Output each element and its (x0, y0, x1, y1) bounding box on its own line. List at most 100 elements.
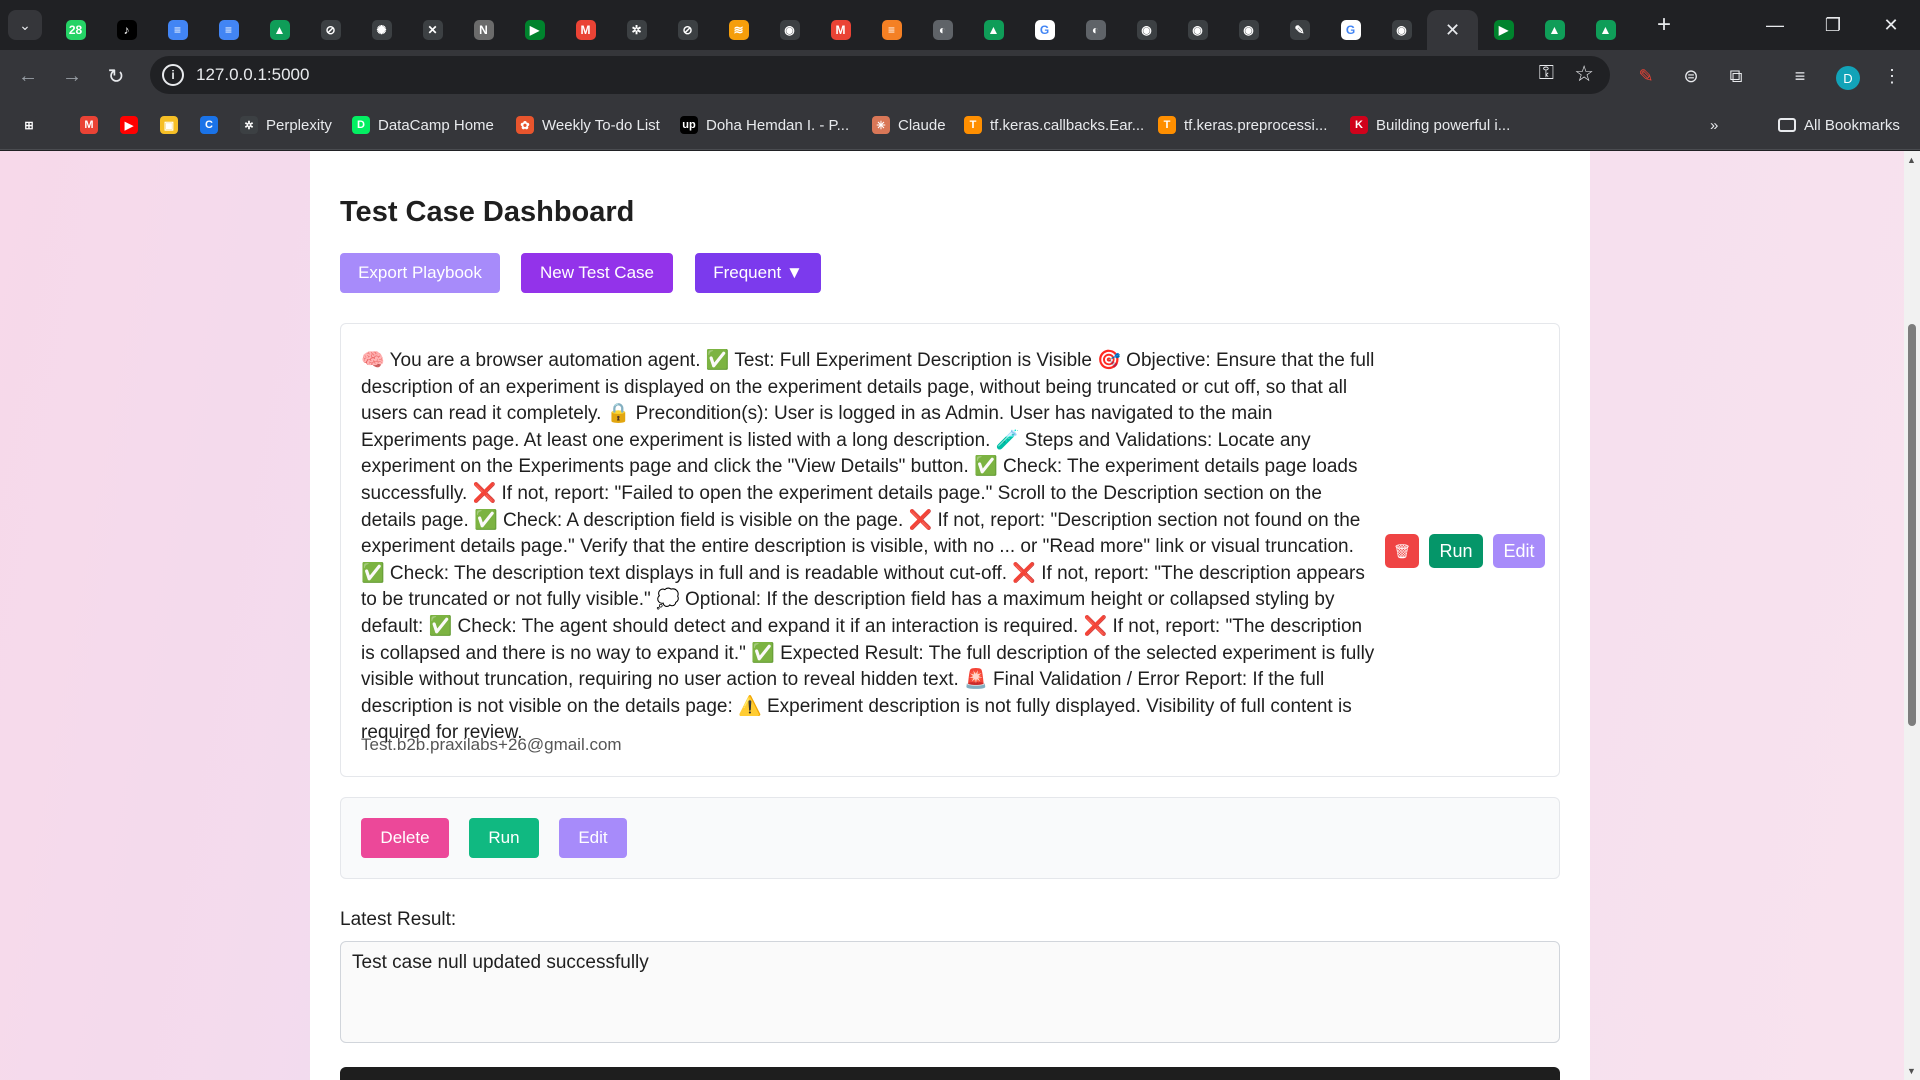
browser-tab[interactable]: G (1019, 10, 1070, 50)
browser-tab[interactable]: ✎ (1274, 10, 1325, 50)
test-case-email: Test.b2b.praxilabs+26@gmail.com (361, 735, 622, 754)
x-icon: ✕ (422, 20, 443, 40)
bookmark-item[interactable]: ▣ (160, 114, 186, 136)
scrollbar-thumb[interactable] (1908, 324, 1916, 726)
url-text[interactable]: 127.0.0.1:5000 (196, 65, 309, 85)
bookmark-item[interactable]: D DataCamp Home (352, 114, 494, 136)
tab-search-button[interactable]: ⌄ (8, 10, 42, 40)
youtube-icon: ▶ (120, 116, 138, 134)
page-scrollbar[interactable]: ▲ ▼ (1904, 151, 1920, 1080)
scroll-up-icon[interactable]: ▲ (1907, 155, 1916, 165)
todo-icon: ✿ (516, 116, 534, 134)
back-button[interactable]: ← (12, 60, 44, 92)
scroll-down-icon[interactable]: ▼ (1907, 1066, 1916, 1076)
browser-tab[interactable]: ≋ (713, 10, 764, 50)
address-bar[interactable]: i 127.0.0.1:5000 ⚿ ☆ (150, 56, 1610, 94)
all-bookmarks-label: All Bookmarks (1804, 116, 1900, 134)
forward-button[interactable]: → (56, 60, 88, 92)
bookmark-label: Doha Hemdan I. - P... (706, 116, 850, 134)
drive-icon: ▲ (1595, 20, 1616, 40)
bookmark-item[interactable]: Ttf.keras.callbacks.Ear... (964, 114, 1144, 136)
all-bookmarks-button[interactable]: All Bookmarks (1778, 114, 1900, 136)
browser-tab[interactable]: G (1325, 10, 1376, 50)
bookmark-item[interactable]: ✲ Perplexity (240, 114, 332, 136)
bookmark-item[interactable]: ✳ Claude (872, 114, 946, 136)
close-icon[interactable]: ✕ (1445, 20, 1460, 41)
browser-tab[interactable]: ✕ (407, 10, 458, 50)
reload-button[interactable]: ↻ (100, 60, 132, 92)
browser-tab[interactable]: ≡ (203, 10, 254, 50)
browser-tab[interactable]: ♪ (101, 10, 152, 50)
tiktok-icon: ♪ (116, 20, 137, 40)
browser-tab[interactable]: ✺ (356, 10, 407, 50)
browser-tab[interactable]: ◉ (1172, 10, 1223, 50)
browser-tab[interactable]: 28 (50, 10, 101, 50)
edit-button[interactable]: Edit (559, 818, 627, 858)
run-button[interactable]: Run (469, 818, 539, 858)
browser-tab[interactable]: ▶ (1478, 10, 1529, 50)
browser-tab[interactable]: ≡ (152, 10, 203, 50)
tab-list: 28 ♪ ≡ ≡ ▲ ⊘ ✺ ✕ N ▶ M ✲ ⊘ ≋ ◉ M ≡ ◐ ▲ G ◐ ◉ ◉ ◉ ✎ G ◉ ✕ ▶ ▲ ▲ (50, 0, 1631, 50)
drive-icon: ▲ (269, 20, 290, 40)
browser-tab[interactable]: M (560, 10, 611, 50)
password-key-icon[interactable]: ⚿ (1539, 62, 1554, 85)
embedded-frame-preview (340, 1067, 1560, 1080)
restore-button[interactable]: ❐ (1804, 0, 1862, 50)
trash-icon[interactable]: 🗑 (1385, 534, 1419, 568)
bookmark-star-icon[interactable]: ☆ (1574, 61, 1594, 87)
new-tab-button[interactable]: + (1648, 10, 1680, 40)
media-control-icon[interactable]: ≡ (1786, 62, 1814, 90)
browser-tab[interactable]: ▲ (968, 10, 1019, 50)
test-case-edit-button[interactable]: Edit (1493, 534, 1545, 568)
browser-tab[interactable]: M (815, 10, 866, 50)
browser-tab[interactable]: ⊘ (305, 10, 356, 50)
browser-tab[interactable]: ◐ (917, 10, 968, 50)
browser-tab[interactable]: ≡ (866, 10, 917, 50)
drive-icon: ▲ (1544, 20, 1565, 40)
tab-strip: ⌄ 28 ♪ ≡ ≡ ▲ ⊘ ✺ ✕ N ▶ M ✲ ⊘ ≋ ◉ M ≡ ◐ ▲ G ◐ ◉ ◉ ◉ ✎ G ◉ ✕ ▶ ▲ ▲ + — ❐… (0, 0, 1920, 50)
menu-kebab-icon[interactable]: ⋮ (1878, 62, 1906, 90)
minimize-button[interactable]: — (1746, 0, 1804, 50)
export-playbook-button[interactable]: Export Playbook (340, 253, 500, 293)
copilot-extension-icon[interactable]: ⊜ (1677, 62, 1705, 90)
browser-tab[interactable]: ◉ (1121, 10, 1172, 50)
browser-tab[interactable]: ▲ (1529, 10, 1580, 50)
bookmark-label: Building powerful i... (1376, 116, 1511, 134)
bookmark-item[interactable]: ▶ (120, 114, 146, 136)
test-case-run-button[interactable]: Run (1429, 534, 1483, 568)
frequent-dropdown-button[interactable]: Frequent ▼ (695, 253, 821, 293)
github-icon: ◉ (779, 20, 800, 40)
bookmark-item[interactable]: M (80, 114, 106, 136)
browser-tab[interactable]: ✲ (611, 10, 662, 50)
browser-tab[interactable]: ▶ (509, 10, 560, 50)
new-test-case-button[interactable]: New Test Case (521, 253, 673, 293)
delete-button[interactable]: Delete (361, 818, 449, 858)
browser-tab[interactable]: ⊘ (662, 10, 713, 50)
profile-avatar[interactable]: D (1836, 66, 1860, 90)
extensions-icon[interactable]: ⧉ (1722, 62, 1750, 90)
browser-tab[interactable]: ◉ (764, 10, 815, 50)
browser-tab[interactable]: N (458, 10, 509, 50)
bookmark-item[interactable]: up Doha Hemdan I. - P... (680, 114, 849, 136)
browser-tab[interactable]: ◉ (1376, 10, 1427, 50)
browser-tab[interactable]: ▲ (1580, 10, 1631, 50)
bookmark-item[interactable]: Ttf.keras.preprocessi... (1158, 114, 1327, 136)
close-window-button[interactable]: ✕ (1862, 0, 1920, 50)
browser-tab[interactable]: ✕ (1427, 10, 1478, 50)
apps-grid-icon: ⊞ (20, 116, 38, 134)
gmail-icon: M (575, 20, 596, 40)
bookmark-item[interactable]: C (200, 114, 226, 136)
gmail-icon: M (830, 20, 851, 40)
bookmark-item[interactable]: ✿ Weekly To-do List (516, 114, 660, 136)
browser-tab[interactable]: ◐ (1070, 10, 1121, 50)
github-icon: ◉ (1187, 20, 1208, 40)
browser-tab[interactable]: ▲ (254, 10, 305, 50)
pen-extension-icon[interactable]: ✎ (1632, 62, 1660, 90)
google-icon: G (1340, 20, 1361, 40)
browser-tab[interactable]: ◉ (1223, 10, 1274, 50)
bookmarks-overflow-icon[interactable]: » (1710, 114, 1718, 136)
tensorflow-icon: T (964, 116, 982, 134)
bookmark-item[interactable]: ⊞ (20, 114, 46, 136)
site-info-icon[interactable]: i (162, 64, 184, 86)
bookmark-item[interactable]: K Building powerful i... (1350, 114, 1510, 136)
